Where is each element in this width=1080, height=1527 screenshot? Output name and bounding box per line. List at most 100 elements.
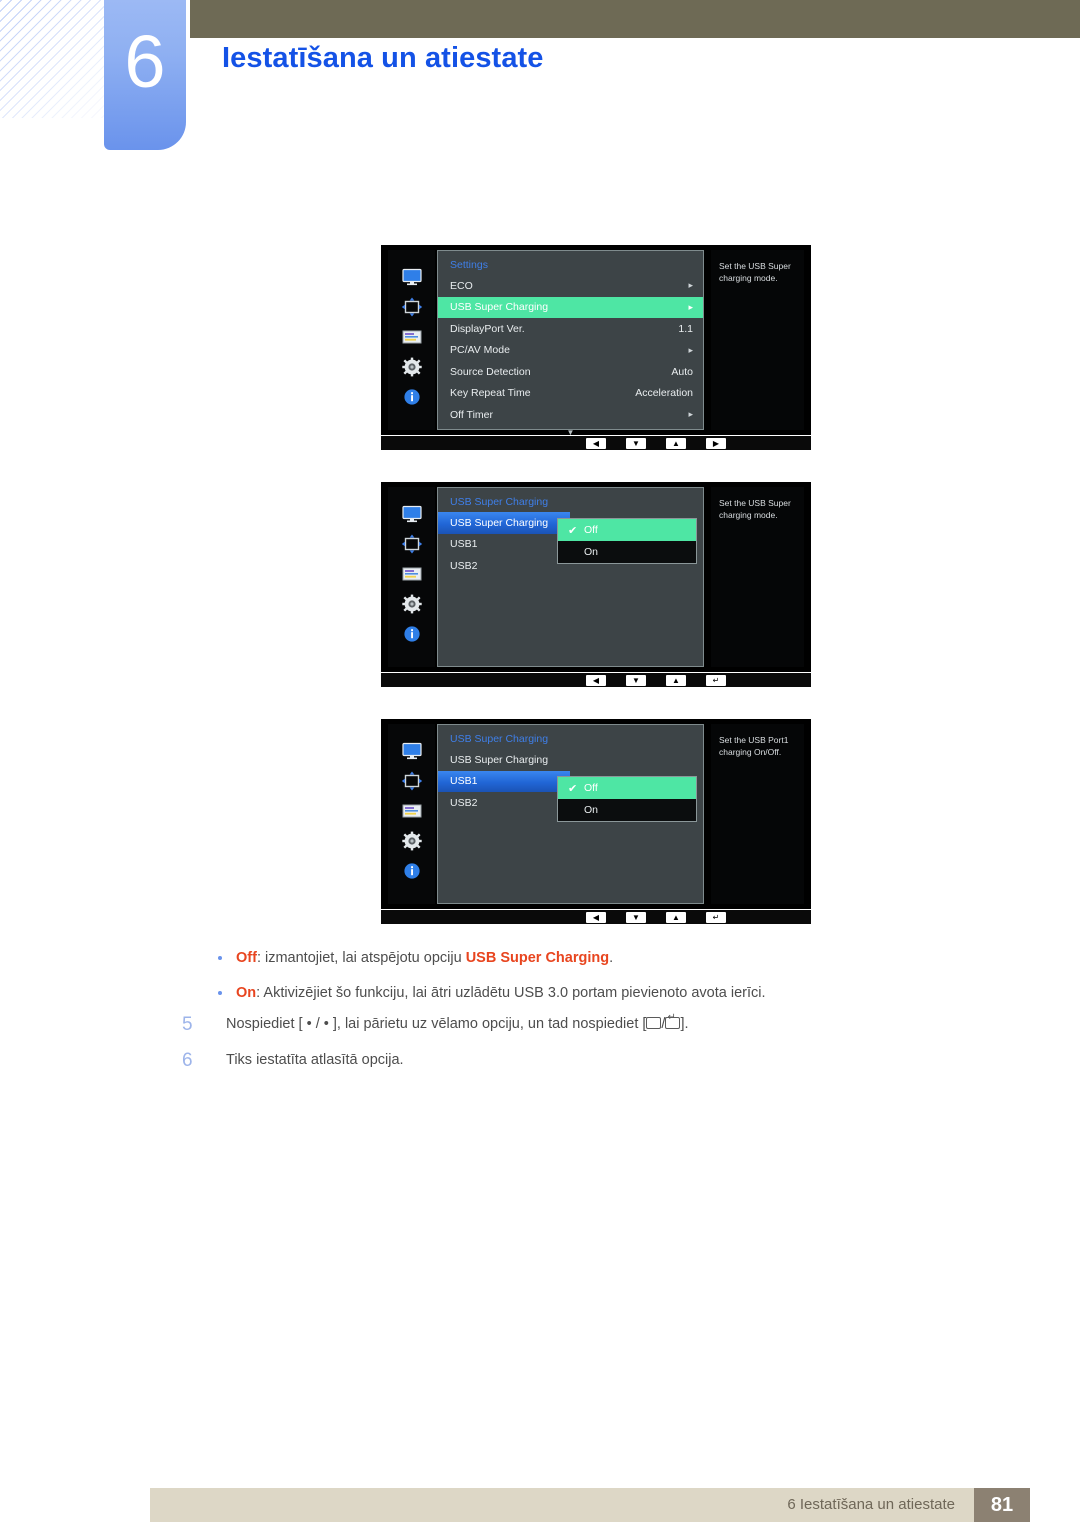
submenu-arrow-icon: ▸ <box>688 344 693 355</box>
osd-menu-item[interactable]: USB Super Charging <box>438 512 570 534</box>
resize-arrows-icon[interactable] <box>401 292 423 322</box>
step-text-part3: ]. <box>680 1016 689 1032</box>
osd-menu-item[interactable]: ECO ▸ <box>438 275 703 297</box>
osd-menu-item[interactable]: Key Repeat Time Acceleration <box>438 383 703 405</box>
osd-menu-item[interactable]: USB Super Charging ▸ <box>438 296 703 318</box>
page-footer: 6 Iestatīšana un atiestate 81 <box>150 1488 1030 1522</box>
osd-menu-item[interactable]: DisplayPort Ver. 1.1 <box>438 318 703 340</box>
header-khaki-bar <box>190 0 1080 38</box>
info-icon[interactable] <box>401 382 423 412</box>
osd-menu-item-label: Off Timer <box>450 408 493 421</box>
osd-figure: Settings ECO ▸ USB Super Charging ▸ DisplayPo… <box>381 245 811 450</box>
nav-down-icon[interactable]: ▼ <box>626 674 646 686</box>
step-number: 6 <box>182 1050 193 1071</box>
submenu-arrow-icon: ▸ <box>688 301 693 312</box>
osd-menu-item[interactable]: PC/AV Mode ▸ <box>438 340 703 362</box>
info-icon[interactable] <box>401 619 423 649</box>
osd-menu-item-label: DisplayPort Ver. <box>450 322 525 335</box>
osd-help-text: Set the USB Super charging mode. <box>711 487 804 667</box>
nav-down-icon[interactable]: ▼ <box>626 437 646 449</box>
osd-submenu-option-label: Off <box>584 524 598 536</box>
osd-menu-item-label: PC/AV Mode <box>450 344 510 357</box>
osd-menu-item-value: 1.1 <box>678 322 693 335</box>
osd-icon-rail <box>388 724 435 904</box>
page-title: Iestatīšana un atiestate <box>222 42 544 74</box>
bullet-text-before: : Aktivizējiet šo funkciju, lai ātri uzl… <box>256 985 766 1001</box>
nav-up-icon[interactable]: ▲ <box>666 437 686 449</box>
nav-up-icon[interactable]: ▲ <box>666 674 686 686</box>
gear-icon[interactable] <box>401 589 423 619</box>
bullet-text-before: : izmantojiet, lai atspējotu opciju <box>256 950 466 966</box>
osd-panel-icon[interactable] <box>401 796 423 826</box>
osd-figure: USB Super Charging USB Super Charging USB1… <box>381 482 811 687</box>
nav-enter-icon[interactable]: ↵ <box>706 911 726 923</box>
osd-submenu-option[interactable]: ✔On <box>558 541 696 563</box>
nav-left-icon[interactable]: ◀ <box>586 437 606 449</box>
gear-icon[interactable] <box>401 352 423 382</box>
osd-submenu-popup: ✔Off✔On <box>557 776 697 822</box>
checkmark-icon: ✔ <box>568 782 578 795</box>
submenu-arrow-icon: ▸ <box>688 409 693 420</box>
nav-left-icon[interactable]: ◀ <box>586 674 606 686</box>
osd-menu-item[interactable]: Off Timer ▸ <box>438 404 703 426</box>
osd-menu-panel: Settings ECO ▸ USB Super Charging ▸ DisplayPo… <box>437 250 704 437</box>
osd-icon-rail <box>388 250 435 430</box>
list-item: On: Aktivizējiet šo funkciju, lai ātri u… <box>218 984 956 1004</box>
osd-menu-item[interactable]: USB Super Charging <box>438 749 703 771</box>
osd-nav-bar: ◀ ▼ ▲ ↵ <box>381 910 811 924</box>
nav-enter-icon[interactable]: ↵ <box>706 674 726 686</box>
checkmark-icon: ✔ <box>568 524 578 537</box>
osd-panel-icon[interactable] <box>401 322 423 352</box>
nav-right-icon[interactable]: ▶ <box>706 437 726 449</box>
osd-menu-item-label: USB1 <box>450 775 478 788</box>
osd-submenu-popup: ✔Off✔On <box>557 518 697 564</box>
step-number: 5 <box>182 1014 193 1035</box>
bullet-keyword: On <box>236 985 257 1001</box>
osd-menu-item-label: USB Super Charging <box>450 516 549 529</box>
checkmark-placeholder: ✔ <box>568 546 584 559</box>
numbered-step: 6 Tiks iestatīta atlasītā opcija. <box>182 1050 946 1071</box>
osd-help-text: Set the USB Port1 charging On/Off. <box>711 724 804 904</box>
bullet-text-after: . <box>609 950 614 966</box>
osd-help-text: Set the USB Super charging mode. <box>711 250 804 430</box>
osd-nav-bar: ◀ ▼ ▲ ↵ <box>381 673 811 687</box>
osd-screen: USB Super Charging USB Super Charging USB1… <box>381 719 811 909</box>
monitor-icon[interactable] <box>401 262 423 292</box>
osd-menu-item[interactable]: Source Detection Auto <box>438 361 703 383</box>
monitor-key-icon <box>646 1017 662 1029</box>
osd-menu-panel: USB Super Charging USB Super Charging USB1… <box>437 487 704 667</box>
checkmark-placeholder: ✔ <box>568 804 584 817</box>
osd-menu-item-label: Source Detection <box>450 365 531 378</box>
nav-up-icon[interactable]: ▲ <box>666 911 686 923</box>
enter-key-icon <box>665 1013 681 1029</box>
osd-menu-title: USB Super Charging <box>450 733 549 745</box>
osd-figure: USB Super Charging USB Super Charging USB1… <box>381 719 811 924</box>
numbered-step: 5 Nospiediet [ • / • ], lai pārietu uz v… <box>182 1013 946 1035</box>
osd-menu-item-value: Acceleration <box>635 387 693 400</box>
osd-menu-title: USB Super Charging <box>450 496 549 508</box>
osd-submenu-option[interactable]: ✔ Off <box>558 777 696 799</box>
info-icon[interactable] <box>401 856 423 886</box>
osd-menu-item-label: ECO <box>450 279 473 292</box>
step-text-part1: Tiks iestatīta atlasītā opcija. <box>226 1052 404 1068</box>
osd-submenu-option[interactable]: ✔On <box>558 799 696 821</box>
resize-arrows-icon[interactable] <box>401 766 423 796</box>
step-text-part1: Nospiediet [ • / • ], lai pārietu uz vēl… <box>226 1016 647 1032</box>
footer-chapter-label: 6 Iestatīšana un atiestate <box>787 1496 955 1513</box>
osd-icon-rail <box>388 487 435 667</box>
monitor-icon[interactable] <box>401 499 423 529</box>
chapter-number: 6 <box>124 20 166 103</box>
osd-menu-item-label: Key Repeat Time <box>450 387 531 400</box>
resize-arrows-icon[interactable] <box>401 529 423 559</box>
osd-panel-icon[interactable] <box>401 559 423 589</box>
osd-menu-item[interactable]: USB1 <box>438 770 570 792</box>
osd-menu-item-value: Auto <box>671 365 693 378</box>
nav-left-icon[interactable]: ◀ <box>586 911 606 923</box>
gear-icon[interactable] <box>401 826 423 856</box>
nav-down-icon[interactable]: ▼ <box>626 911 646 923</box>
osd-menu-item-label: USB1 <box>450 538 478 551</box>
osd-submenu-option[interactable]: ✔ Off <box>558 519 696 541</box>
list-item: Off: izmantojiet, lai atspējotu opciju U… <box>218 949 936 969</box>
osd-menu-title: Settings <box>450 259 488 271</box>
monitor-icon[interactable] <box>401 736 423 766</box>
